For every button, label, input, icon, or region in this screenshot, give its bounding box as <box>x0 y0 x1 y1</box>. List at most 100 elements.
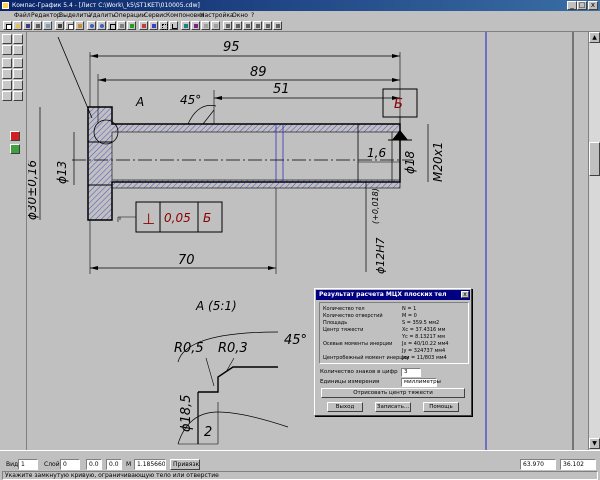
maximize-button[interactable]: □ <box>577 1 587 10</box>
menu-layout[interactable]: Компоновка <box>166 11 204 20</box>
draw-center-button[interactable]: Отрисовать центр тяжести <box>321 388 465 398</box>
result-value: Xc = 37.4316 мм <box>402 327 446 333</box>
measure-icon[interactable] <box>181 21 190 30</box>
redo-icon[interactable] <box>211 21 220 30</box>
close-button[interactable]: x <box>588 1 598 10</box>
tool-a-icon[interactable] <box>223 21 232 30</box>
exit-button[interactable]: Выход <box>327 402 363 412</box>
open-icon[interactable] <box>13 21 22 30</box>
coord-y-field: 36.102 <box>560 459 596 470</box>
menu-operations[interactable]: Операции <box>114 11 146 20</box>
geometry-icon[interactable] <box>2 34 12 44</box>
tol-base: Б <box>203 211 211 225</box>
fillet-icon[interactable] <box>13 80 23 90</box>
dialog-title: Результат расчета МЦХ плоских тел <box>316 290 470 300</box>
menu-select[interactable]: Выделить <box>59 11 90 20</box>
chamfer-icon[interactable] <box>2 91 12 101</box>
result-value: S = 359.5 мм2 <box>402 320 440 326</box>
scroll-down-icon[interactable]: ▼ <box>589 438 600 449</box>
tol-symbol: ⊥ <box>142 210 155 228</box>
scroll-thumb[interactable] <box>589 142 600 176</box>
menu-delete[interactable]: Удалить <box>89 11 115 20</box>
calc-icon[interactable] <box>191 21 200 30</box>
results-panel: Количество тел N = 1 Количество отверсти… <box>319 302 469 364</box>
base-label: Б <box>394 97 403 112</box>
menu-help[interactable]: ? <box>251 11 254 20</box>
vertical-scrollbar[interactable]: ▲ ▼ <box>588 32 600 450</box>
detail-label: A (5:1) <box>195 299 237 313</box>
x-field[interactable]: 0.0 <box>86 459 102 470</box>
grid-icon[interactable] <box>159 21 168 30</box>
pan-icon[interactable] <box>117 21 126 30</box>
mirror-icon[interactable] <box>13 91 23 101</box>
save-button[interactable]: Записать... <box>375 402 411 412</box>
scroll-up-icon[interactable]: ▲ <box>589 32 600 43</box>
digits-input[interactable]: 3 <box>401 368 421 377</box>
layers-icon[interactable] <box>139 21 148 30</box>
copy-icon[interactable] <box>65 21 74 30</box>
apply-icon[interactable] <box>10 144 20 154</box>
dim-phi12h7: ϕ12H7 <box>374 237 387 274</box>
arc-icon[interactable] <box>2 69 12 79</box>
menu-bar: Файл Редактор Выделить Удалить Операции … <box>0 11 600 20</box>
menu-service[interactable]: Сервис <box>144 11 166 20</box>
tool-c-icon[interactable] <box>243 21 252 30</box>
result-label: Площадь <box>323 320 348 326</box>
stop-icon[interactable] <box>10 131 20 141</box>
menu-window[interactable]: Окно <box>232 11 248 20</box>
save-icon[interactable] <box>23 21 32 30</box>
tool-d-icon[interactable] <box>253 21 262 30</box>
dim-51: 51 <box>273 82 290 97</box>
dim-m20: M20x1 <box>431 142 445 182</box>
zoom-out-icon[interactable] <box>97 21 106 30</box>
zoom-window-icon[interactable] <box>107 21 116 30</box>
dim-phi185: ϕ18,5 <box>179 394 194 432</box>
drawing-canvas[interactable]: 95 89 51 45° A Б ϕ13 ϕ30±0,16 ϕ18 M20x1 … <box>28 32 588 450</box>
new-icon[interactable] <box>3 21 12 30</box>
zoom-in-icon[interactable] <box>87 21 96 30</box>
layer-label: Слой <box>44 461 60 468</box>
dim-r05: R0,5 <box>174 341 204 356</box>
line-icon[interactable] <box>2 58 12 68</box>
coord-x-field: 63.970 <box>520 459 556 470</box>
dim-2: 2 <box>204 425 212 440</box>
digits-label: Количество знаков в цифр <box>320 369 398 375</box>
tool-f-icon[interactable] <box>273 21 282 30</box>
dialog-close-button[interactable]: x <box>461 291 469 298</box>
layer-field[interactable]: 0 <box>60 459 80 470</box>
dim-45: 45° <box>180 93 201 107</box>
preview-icon[interactable] <box>43 21 52 30</box>
properties-icon[interactable] <box>149 21 158 30</box>
menu-editor[interactable]: Редактор <box>31 11 61 20</box>
tool-b-icon[interactable] <box>233 21 242 30</box>
result-label: Количество отверстий <box>323 313 383 319</box>
print-icon[interactable] <box>33 21 42 30</box>
y-field[interactable]: 0.0 <box>106 459 122 470</box>
result-value: N = 1 <box>402 306 417 312</box>
cut-icon[interactable] <box>55 21 64 30</box>
refresh-icon[interactable] <box>127 21 136 30</box>
text-icon[interactable] <box>2 45 12 55</box>
tool-e-icon[interactable] <box>263 21 272 30</box>
hatch-icon[interactable] <box>2 80 12 90</box>
menu-file[interactable]: Файл <box>14 11 31 20</box>
dimensions-icon[interactable] <box>13 34 23 44</box>
ortho-icon[interactable] <box>169 21 178 30</box>
view-field[interactable]: 1 <box>18 459 38 470</box>
rect-icon[interactable] <box>13 69 23 79</box>
help-button[interactable]: Помощь <box>423 402 459 412</box>
units-select[interactable]: миллиметры <box>401 378 441 387</box>
scale-field[interactable]: 1.185660 <box>134 459 166 470</box>
undo-icon[interactable] <box>201 21 210 30</box>
result-value: Jy = 324737 мм4 <box>402 348 446 354</box>
result-label: Количество тел <box>323 306 365 312</box>
status-bar: Вид 1 Слой 0 0.0 0.0 M 1.185660 Привязки… <box>0 450 600 480</box>
tol-value: 0,05 <box>164 211 191 225</box>
minimize-button[interactable]: _ <box>567 1 577 10</box>
snap-button[interactable]: Привязки <box>170 459 200 470</box>
dim-phi30: ϕ30±0,16 <box>28 160 39 220</box>
edit-icon[interactable] <box>13 45 23 55</box>
circle-icon[interactable] <box>13 58 23 68</box>
paste-icon[interactable] <box>75 21 84 30</box>
menu-settings[interactable]: Настройка <box>200 11 234 20</box>
